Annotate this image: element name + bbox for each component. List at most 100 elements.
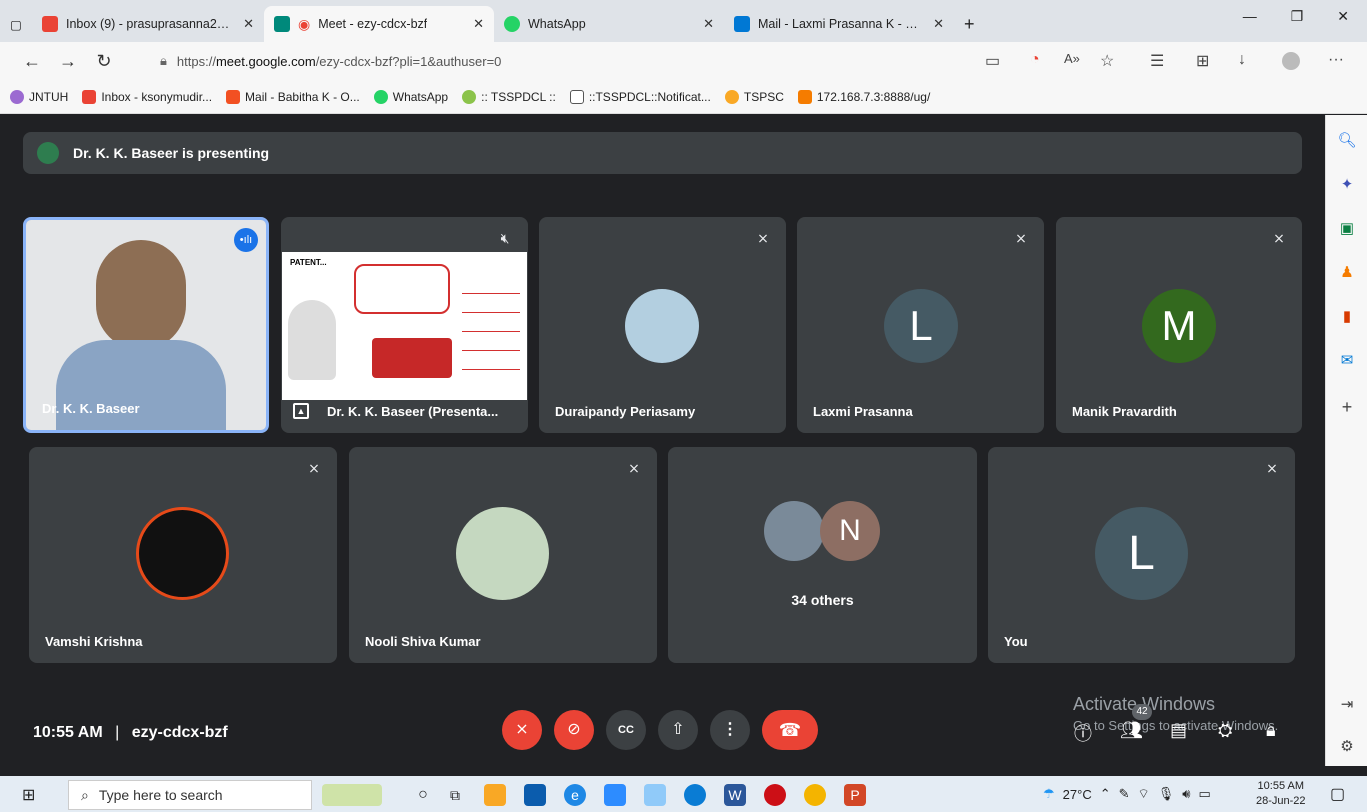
favorites-list-icon[interactable]: ☰ bbox=[1150, 51, 1164, 71]
read-aloud-icon[interactable]: A» bbox=[1064, 51, 1080, 66]
microphone-icon[interactable]: 🎙︎ bbox=[1158, 786, 1175, 802]
captions-button[interactable]: CC bbox=[606, 710, 646, 750]
games-icon[interactable]: ♟ bbox=[1337, 263, 1357, 283]
battery-icon[interactable]: ▭ bbox=[1198, 786, 1210, 802]
new-tab-button[interactable]: + bbox=[954, 6, 994, 42]
outlook-icon bbox=[734, 16, 750, 32]
bookmark-ug[interactable]: 172.168.7.3:8888/ug/ bbox=[797, 89, 930, 104]
taskbar-clock[interactable]: 10:55 AM 28-Jun-22 bbox=[1256, 779, 1306, 809]
info-icon[interactable]: ⓘ bbox=[1074, 720, 1092, 746]
back-icon[interactable]: ← bbox=[14, 51, 50, 72]
mic-off-icon: ⨯ bbox=[1266, 460, 1278, 476]
leave-call-button[interactable]: ☎︎ bbox=[762, 710, 818, 750]
store-icon[interactable] bbox=[524, 784, 546, 806]
bookmark-whatsapp[interactable]: WhatsApp bbox=[373, 89, 449, 104]
mic-toggle-button[interactable]: ⨯ bbox=[502, 710, 542, 750]
windows-start-icon[interactable]: ⊞ bbox=[22, 785, 35, 805]
tab-outlook[interactable]: Mail - Laxmi Prasanna K - Outloo ✕ bbox=[724, 6, 954, 42]
close-icon[interactable]: ✕ bbox=[933, 16, 944, 32]
settings-icon[interactable]: ⚙ bbox=[1337, 737, 1357, 757]
address-bar[interactable]: 🔒︎ https://meet.google.com/ezy-cdcx-bzf?… bbox=[160, 47, 1040, 75]
profile-icon[interactable] bbox=[1282, 52, 1300, 70]
bookmark-tsspdcl[interactable]: :: TSSPDCL :: bbox=[462, 89, 556, 104]
bookmark-label: :: TSSPDCL :: bbox=[481, 89, 556, 104]
collections-icon[interactable]: ⊞ bbox=[1196, 51, 1209, 71]
bookmark-gmail[interactable]: Inbox - ksonymudir... bbox=[82, 89, 213, 104]
presentation-tile[interactable]: 🔇︎ PATENT... ▲ Dr. K. K. Baseer (Present… bbox=[281, 217, 528, 433]
tab-gmail[interactable]: Inbox (9) - prasuprasanna24@gm ✕ bbox=[32, 6, 264, 42]
participant-tile[interactable]: ⨯ Duraipandy Periasamy bbox=[539, 217, 786, 433]
temperature[interactable]: 27°C bbox=[1063, 787, 1092, 802]
tools-icon[interactable]: ▣ bbox=[1337, 219, 1357, 239]
meeting-info-separator: | bbox=[115, 724, 120, 741]
close-icon[interactable]: ✕ bbox=[243, 16, 254, 32]
blocked-icon[interactable]: ◔ bbox=[1030, 51, 1040, 69]
notifications-icon[interactable]: ▢ bbox=[1330, 784, 1345, 804]
bookmark-jntuh[interactable]: JNTUH bbox=[10, 89, 68, 104]
news-widget-icon[interactable] bbox=[322, 784, 382, 806]
pen-icon[interactable]: ✎ bbox=[1119, 786, 1130, 802]
bookmark-tspsc[interactable]: TSPSC bbox=[724, 89, 784, 104]
camera-icon[interactable]: ▭ bbox=[985, 51, 1000, 71]
chrome-icon[interactable] bbox=[804, 784, 826, 806]
cortana-icon[interactable]: ○ bbox=[412, 784, 434, 806]
bookmarks-bar: JNTUH Inbox - ksonymudir... Mail - Babit… bbox=[0, 80, 1367, 114]
outlook-icon[interactable]: ✉ bbox=[1337, 351, 1357, 371]
office-icon[interactable]: ▮ bbox=[1337, 307, 1357, 327]
tab-title: Inbox (9) - prasuprasanna24@gm bbox=[66, 17, 236, 31]
gmail-icon bbox=[82, 89, 97, 104]
present-button[interactable]: ⇧ bbox=[658, 710, 698, 750]
windows-taskbar: ⊞ ⌕ Type here to search ○ ⧉ e W P ☂ 27°C… bbox=[0, 776, 1367, 812]
close-icon[interactable]: ✕ bbox=[473, 16, 484, 32]
taskbar-search-input[interactable]: ⌕ Type here to search bbox=[68, 780, 312, 810]
word-icon[interactable]: W bbox=[724, 784, 746, 806]
restore-icon[interactable]: ❐ bbox=[1291, 8, 1304, 25]
more-icon[interactable]: ··· bbox=[1328, 51, 1344, 69]
file-explorer-icon[interactable] bbox=[484, 784, 506, 806]
show-hidden-icon[interactable]: ⌃ bbox=[1100, 786, 1111, 802]
task-view-icon[interactable]: ⧉ bbox=[444, 784, 466, 806]
chat-icon[interactable]: ▤ bbox=[1170, 720, 1187, 741]
hide-sidebar-icon[interactable]: ⇥ bbox=[1337, 695, 1357, 715]
add-icon[interactable]: + bbox=[1337, 397, 1357, 417]
zoom-icon[interactable] bbox=[604, 784, 626, 806]
tab-whatsapp[interactable]: WhatsApp ✕ bbox=[494, 6, 724, 42]
participant-tile[interactable]: ⨯ L Laxmi Prasanna bbox=[797, 217, 1044, 433]
discover-icon[interactable]: ✦ bbox=[1337, 175, 1357, 195]
more-options-button[interactable]: ⋮ bbox=[710, 710, 750, 750]
powerpoint-icon[interactable]: P bbox=[844, 784, 866, 806]
forward-icon[interactable]: → bbox=[50, 51, 86, 72]
snipping-tool-icon[interactable] bbox=[644, 784, 666, 806]
page-icon bbox=[569, 89, 584, 104]
download-icon[interactable]: ↓ bbox=[1238, 51, 1246, 69]
participant-tile[interactable]: •ılı Dr. K. K. Baseer bbox=[23, 217, 269, 433]
activities-icon[interactable]: ⛭ bbox=[1218, 720, 1232, 741]
bookmark-label: Inbox - ksonymudir... bbox=[101, 89, 213, 104]
others-tile[interactable]: N 34 others bbox=[668, 447, 977, 663]
volume-icon[interactable]: 🔊︎ bbox=[1182, 786, 1190, 802]
bookmark-tsspdcl-notifications[interactable]: ::TSSPDCL::Notificat... bbox=[569, 89, 711, 104]
bookmark-label: WhatsApp bbox=[392, 89, 449, 104]
bookmark-mail[interactable]: Mail - Babitha K - O... bbox=[226, 89, 360, 104]
people-icon[interactable]: 👥︎ bbox=[1120, 720, 1143, 741]
participant-tile[interactable]: ⨯ M Manik Pravardith bbox=[1056, 217, 1302, 433]
weather-icon[interactable]: ☂ bbox=[1043, 786, 1055, 802]
close-window-icon[interactable]: ✕ bbox=[1337, 8, 1349, 25]
favorite-icon[interactable]: ☆ bbox=[1100, 51, 1114, 71]
host-controls-icon[interactable]: 🔒︎ bbox=[1266, 720, 1276, 741]
refresh-icon[interactable]: ↻ bbox=[86, 51, 122, 72]
tab-meet[interactable]: ◉ Meet - ezy-cdcx-bzf ✕ bbox=[264, 6, 494, 42]
internet-explorer-icon[interactable]: e bbox=[564, 784, 586, 806]
participant-tile[interactable]: ⨯ Vamshi Krishna bbox=[29, 447, 337, 663]
self-tile[interactable]: ⨯ L You bbox=[988, 447, 1295, 663]
camera-toggle-button[interactable]: ⊘ bbox=[554, 710, 594, 750]
minimize-icon[interactable]: — bbox=[1243, 8, 1257, 25]
opera-icon[interactable] bbox=[764, 784, 786, 806]
tab-actions-button[interactable]: ▢ bbox=[0, 6, 32, 42]
close-icon[interactable]: ✕ bbox=[703, 16, 714, 32]
participant-tile[interactable]: ⨯ Nooli Shiva Kumar bbox=[349, 447, 657, 663]
slide-textbox bbox=[354, 264, 450, 314]
search-icon[interactable]: 🔍︎ bbox=[1337, 131, 1357, 151]
network-icon[interactable]: ⌔ bbox=[1138, 786, 1150, 802]
edge-icon[interactable] bbox=[684, 784, 706, 806]
